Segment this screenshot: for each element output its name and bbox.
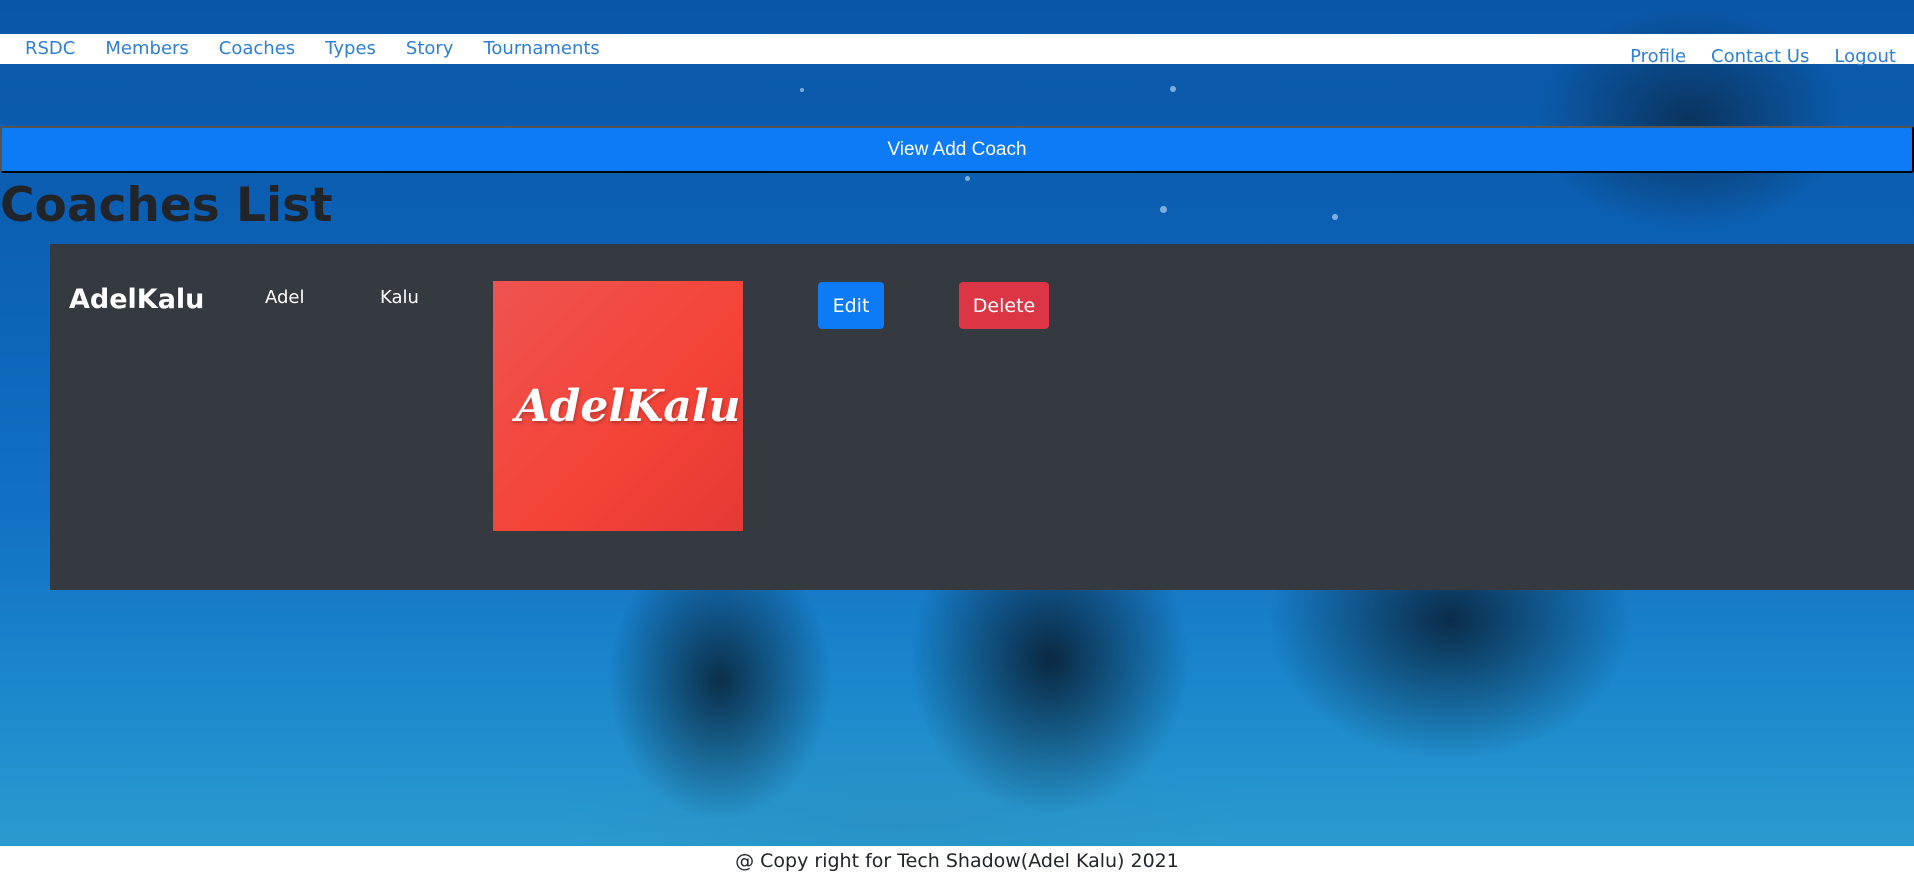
nav-link-types[interactable]: Types: [325, 38, 376, 59]
bubble-decoration: [1170, 86, 1176, 92]
nav-link-tournaments[interactable]: Tournaments: [483, 38, 599, 59]
bubble-decoration: [800, 88, 804, 92]
nav-right-links: Profile Contact Us Logout: [1605, 46, 1896, 67]
nav-link-logout[interactable]: Logout: [1834, 46, 1896, 67]
coach-username: AdelKalu: [69, 284, 205, 315]
coach-first-name: Adel: [265, 287, 305, 308]
nav-brand-rsdc[interactable]: RSDC: [25, 38, 75, 59]
footer: @ Copy right for Tech Shadow(Adel Kalu) …: [0, 846, 1914, 876]
coach-card: AdelKalu Adel Kalu AdelKalu Edit Delete: [50, 244, 1914, 590]
coach-last-name: Kalu: [380, 287, 419, 308]
bubble-decoration: [1160, 206, 1167, 213]
nav-link-profile[interactable]: Profile: [1630, 46, 1686, 67]
nav-link-coaches[interactable]: Coaches: [219, 38, 295, 59]
edit-button[interactable]: Edit: [818, 282, 884, 329]
nav-link-contact-us[interactable]: Contact Us: [1711, 46, 1809, 67]
bubble-decoration: [1332, 214, 1338, 220]
footer-copyright: @ Copy right for Tech Shadow(Adel Kalu) …: [735, 850, 1179, 872]
view-add-coach-button[interactable]: View Add Coach: [0, 126, 1914, 173]
nav-link-story[interactable]: Story: [406, 38, 454, 59]
page-title: Coaches List: [0, 178, 333, 233]
nav-left-links: RSDC Members Coaches Types Story Tournam…: [25, 38, 630, 59]
bubble-decoration: [965, 176, 970, 181]
coach-photo-text: AdelKalu: [515, 380, 741, 432]
nav-link-members[interactable]: Members: [105, 38, 188, 59]
coach-photo: AdelKalu: [493, 281, 743, 531]
delete-button[interactable]: Delete: [959, 282, 1049, 329]
